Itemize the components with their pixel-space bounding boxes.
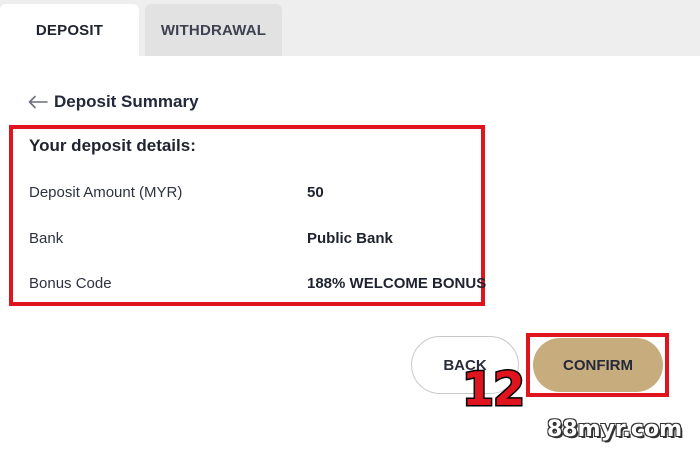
bank-value: Public Bank [307,230,393,247]
confirm-button[interactable]: CONFIRM [533,338,663,392]
details-heading: Your deposit details: [29,136,196,155]
watermark: 88myr.com [546,417,682,442]
deposit-amount-label: Deposit Amount (MYR) [29,184,183,201]
bank-label: Bank [29,230,64,247]
bonus-code-value: 188% WELCOME BONUS [307,275,487,292]
tab-withdrawal[interactable]: WITHDRAWAL [145,4,282,56]
tab-deposit[interactable]: DEPOSIT [0,4,139,56]
arrow-left-icon[interactable] [28,95,48,109]
tabs-bar: DEPOSIT WITHDRAWAL [0,0,700,56]
step-number-annotation: 12 [460,362,526,416]
bonus-code-label: Bonus Code [29,275,112,292]
deposit-amount-value: 50 [307,184,324,201]
summary-header: Deposit Summary [28,89,199,115]
page-title: Deposit Summary [54,92,199,111]
